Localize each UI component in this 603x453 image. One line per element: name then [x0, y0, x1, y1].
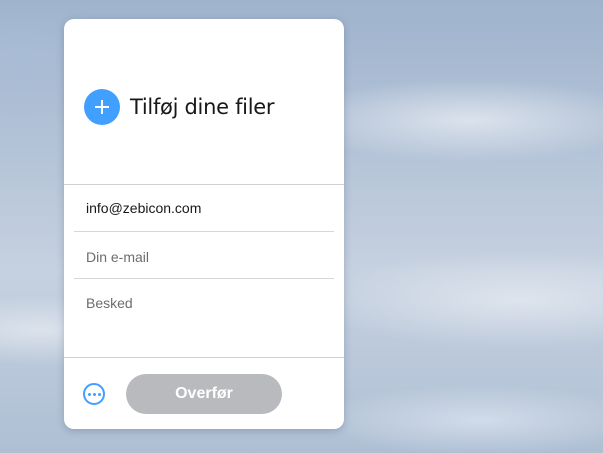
dot [97, 392, 101, 396]
message-field[interactable] [74, 293, 334, 353]
dot [92, 392, 96, 396]
divider [64, 357, 344, 358]
transfer-panel: Tilføj dine filer Overfør [64, 19, 344, 429]
more-options-icon[interactable] [83, 383, 105, 405]
plus-icon[interactable] [84, 89, 120, 125]
divider [64, 184, 344, 185]
sender-email-field[interactable] [74, 246, 334, 268]
add-files-button[interactable]: Tilføj dine filer [84, 89, 274, 125]
add-files-label: Tilføj dine filer [130, 95, 275, 119]
divider [74, 278, 334, 279]
transfer-button[interactable]: Overfør [126, 374, 282, 414]
dot [87, 392, 91, 396]
recipient-email-field[interactable] [74, 197, 334, 219]
divider [74, 231, 334, 232]
